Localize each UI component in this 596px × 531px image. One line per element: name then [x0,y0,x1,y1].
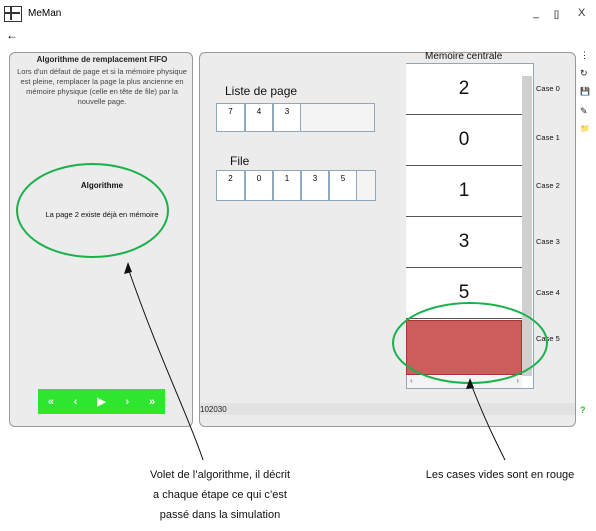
arrowhead-left [124,262,132,274]
arrow-right [470,383,506,461]
left-annotation: Volet de l’algorithme, il décrit a chaqu… [120,465,320,525]
left-annotation-line: Volet de l’algorithme, il décrit [149,469,290,481]
left-annotation-line: a chaque étape ce qui c’est [153,489,287,501]
arrow-left [127,267,204,461]
arrowhead-right [466,378,474,389]
right-annotation: Les cases vides sont en rouge [425,469,575,481]
annotation-arrows [124,262,506,461]
left-annotation-line: passé dans la simulation [159,509,281,521]
